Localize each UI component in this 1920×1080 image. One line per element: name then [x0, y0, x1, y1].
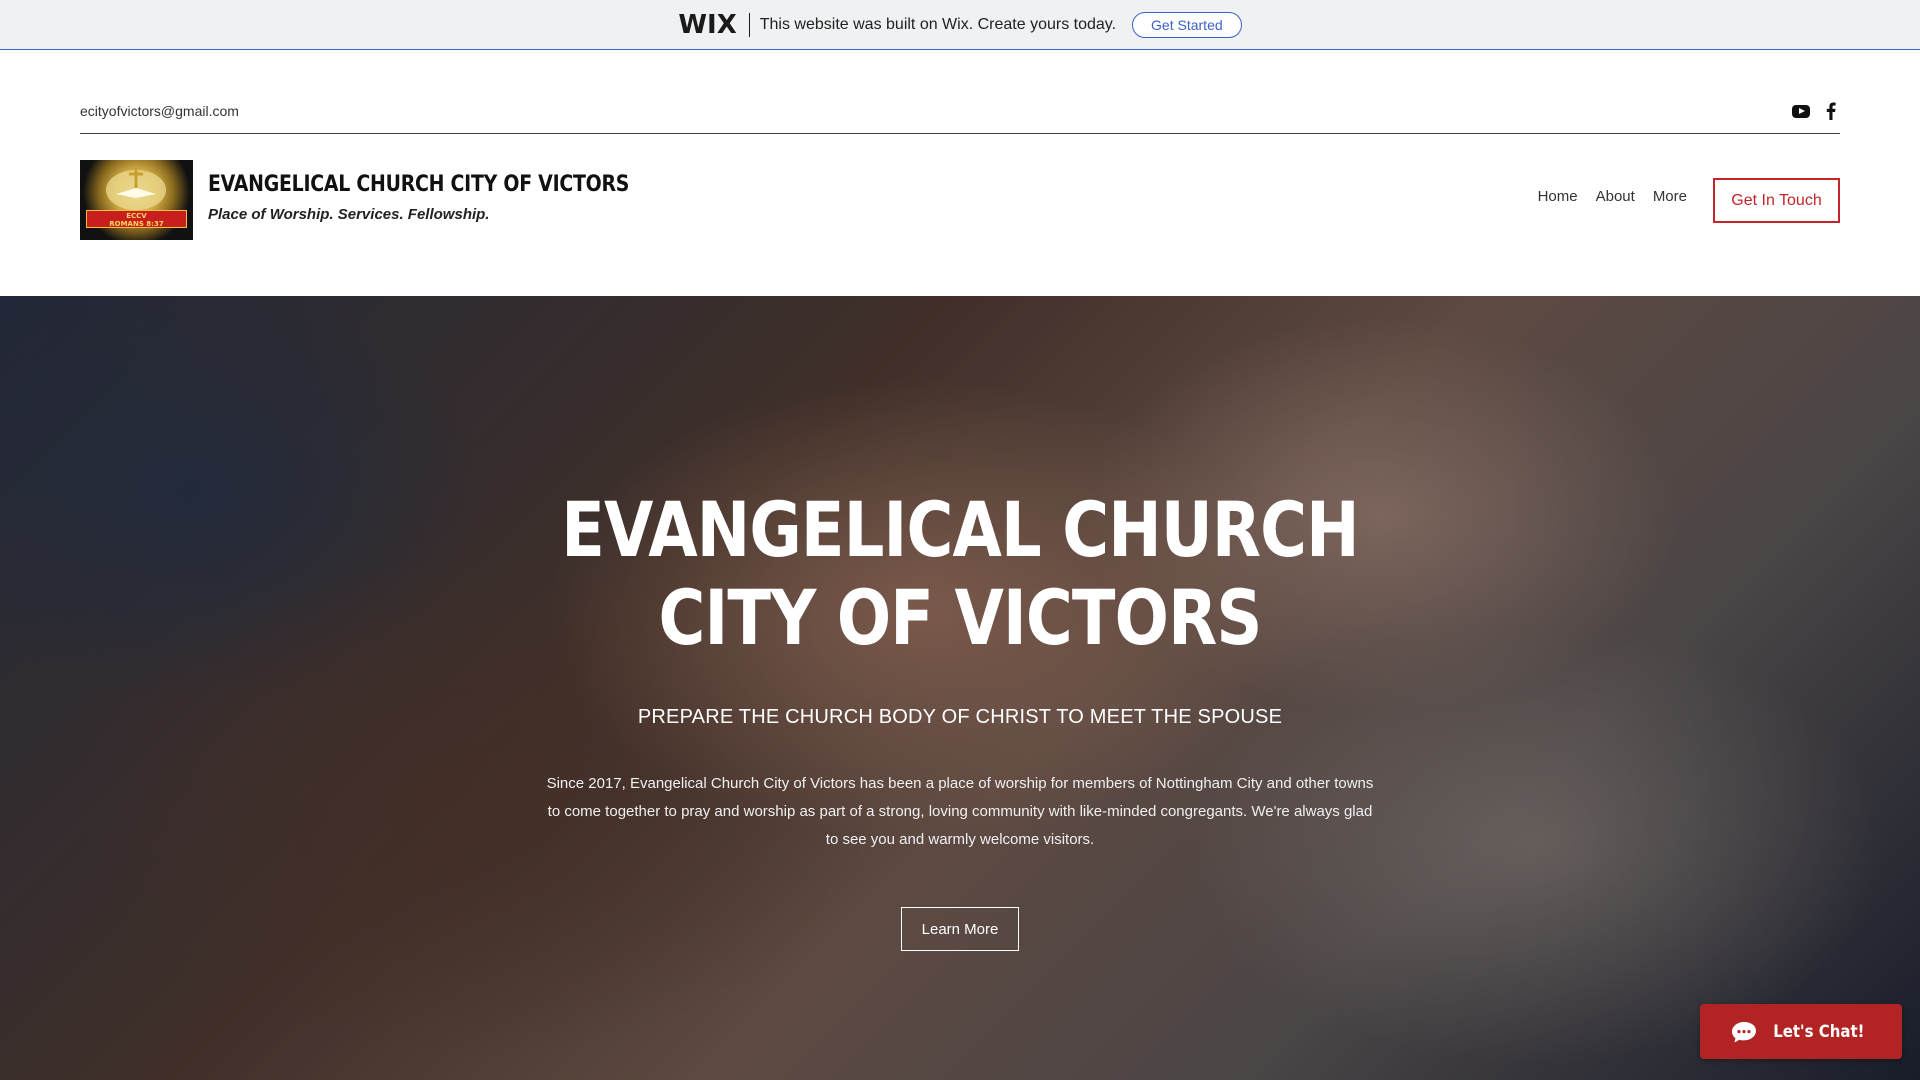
hero-section: EVANGELICAL CHURCH CITY OF VICTORS PREPA…: [0, 296, 1920, 1080]
youtube-icon[interactable]: [1792, 104, 1810, 118]
get-in-touch-button[interactable]: Get In Touch: [1713, 178, 1840, 223]
hero-background-image: [0, 296, 1920, 1080]
wix-banner-message: This website was built on Wix. Create yo…: [759, 15, 1117, 33]
social-bar: [1792, 102, 1840, 120]
nav-home[interactable]: Home: [1538, 188, 1578, 205]
top-info-row: ecityofvictors@gmail.com: [80, 96, 1840, 126]
banner-divider: [748, 12, 750, 37]
site-title[interactable]: EVANGELICAL CHURCH CITY OF VICTORS: [208, 172, 629, 197]
wix-logo[interactable]: WIX: [678, 10, 736, 40]
contact-email[interactable]: ecityofvictors@gmail.com: [80, 103, 239, 119]
site-header: ECCV ROMANS 8:37 EVANGELICAL CHURCH CITY …: [80, 160, 1840, 240]
hero-subtitle: PREPARE THE CHURCH BODY OF CHRIST TO MEE…: [637, 706, 1283, 728]
main-nav: Home About More: [1538, 188, 1687, 205]
church-logo[interactable]: ECCV ROMANS 8:37: [80, 160, 193, 240]
site-tagline: Place of Worship. Services. Fellowship.: [208, 206, 490, 223]
chat-label: Let's Chat!: [1773, 1021, 1865, 1042]
logo-ribbon: ECCV ROMANS 8:37: [86, 210, 187, 228]
hero-title: EVANGELICAL CHURCH CITY OF VICTORS: [561, 485, 1359, 662]
chat-bubble-icon: [1731, 1021, 1757, 1043]
get-started-button[interactable]: Get Started: [1132, 11, 1242, 38]
chat-widget-button[interactable]: Let's Chat!: [1700, 1004, 1902, 1059]
learn-more-button[interactable]: Learn More: [901, 907, 1019, 951]
hero-description: Since 2017, Evangelical Church City of V…: [546, 775, 1374, 848]
nav-more[interactable]: More: [1653, 188, 1687, 205]
nav-about[interactable]: About: [1596, 188, 1635, 205]
header-divider: [80, 133, 1840, 134]
wix-promo-banner: WIX This website was built on Wix. Creat…: [0, 0, 1920, 50]
facebook-icon[interactable]: [1822, 102, 1840, 120]
